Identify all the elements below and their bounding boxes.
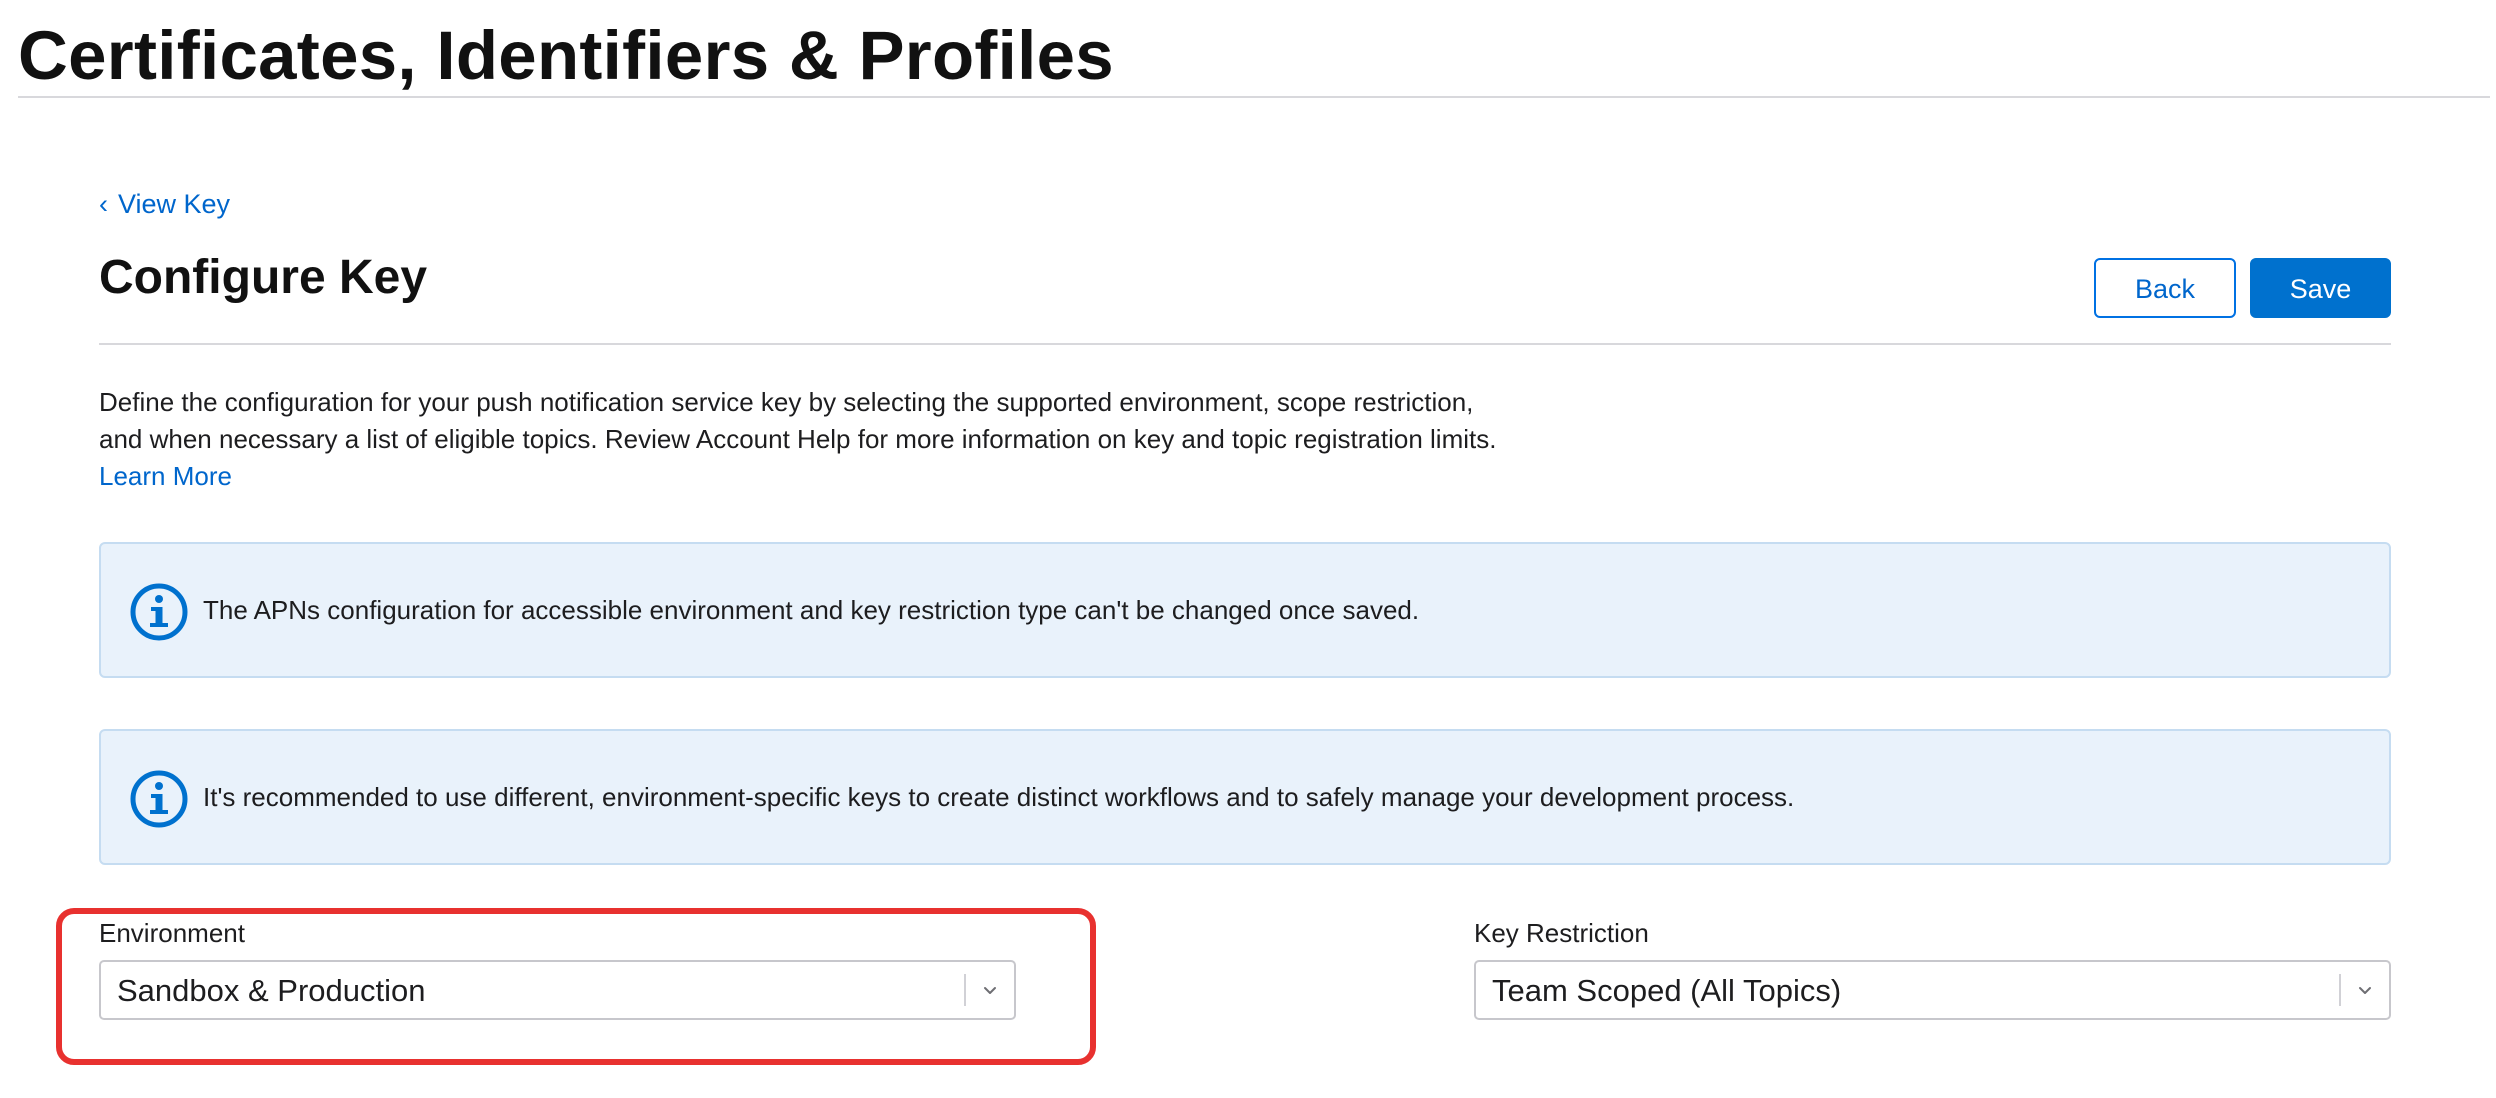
page-title: Certificates, Identifiers & Profiles: [18, 17, 1114, 94]
section-title: Configure Key: [99, 251, 428, 304]
key-restriction-label: Key Restriction: [1474, 918, 1649, 948]
notice-environment-keys: It's recommended to use different, envir…: [99, 729, 2391, 865]
chevron-down-icon: [2359, 987, 2371, 994]
chevron-down-icon: [984, 987, 996, 994]
key-restriction-select[interactable]: Team Scoped (All Topics): [1474, 960, 2391, 1020]
info-icon: [130, 583, 188, 641]
breadcrumb-label: View Key: [118, 189, 231, 219]
info-icon: [130, 770, 188, 828]
notice-text: It's recommended to use different, envir…: [203, 782, 1795, 812]
environment-value: Sandbox & Production: [117, 973, 426, 1008]
chevron-left-icon: ‹: [99, 189, 108, 219]
notice-config-locked: The APNs configuration for accessible en…: [99, 542, 2391, 678]
breadcrumb-view-key[interactable]: ‹ View Key: [99, 186, 230, 222]
learn-more-link[interactable]: Learn More: [99, 461, 232, 491]
select-divider: [2339, 974, 2341, 1006]
notice-text: The APNs configuration for accessible en…: [203, 595, 1420, 625]
description: Define the configuration for your push n…: [99, 384, 1519, 495]
page-header: Certificates, Identifiers & Profiles: [18, 0, 2490, 98]
select-divider: [964, 974, 966, 1006]
key-restriction-value: Team Scoped (All Topics): [1492, 973, 1842, 1008]
environment-select[interactable]: Sandbox & Production: [99, 960, 1016, 1020]
section-divider: [99, 343, 2391, 345]
description-text: Define the configuration for your push n…: [99, 387, 1497, 454]
environment-label: Environment: [99, 918, 245, 948]
back-button[interactable]: Back: [2094, 258, 2236, 318]
save-button[interactable]: Save: [2250, 258, 2391, 318]
